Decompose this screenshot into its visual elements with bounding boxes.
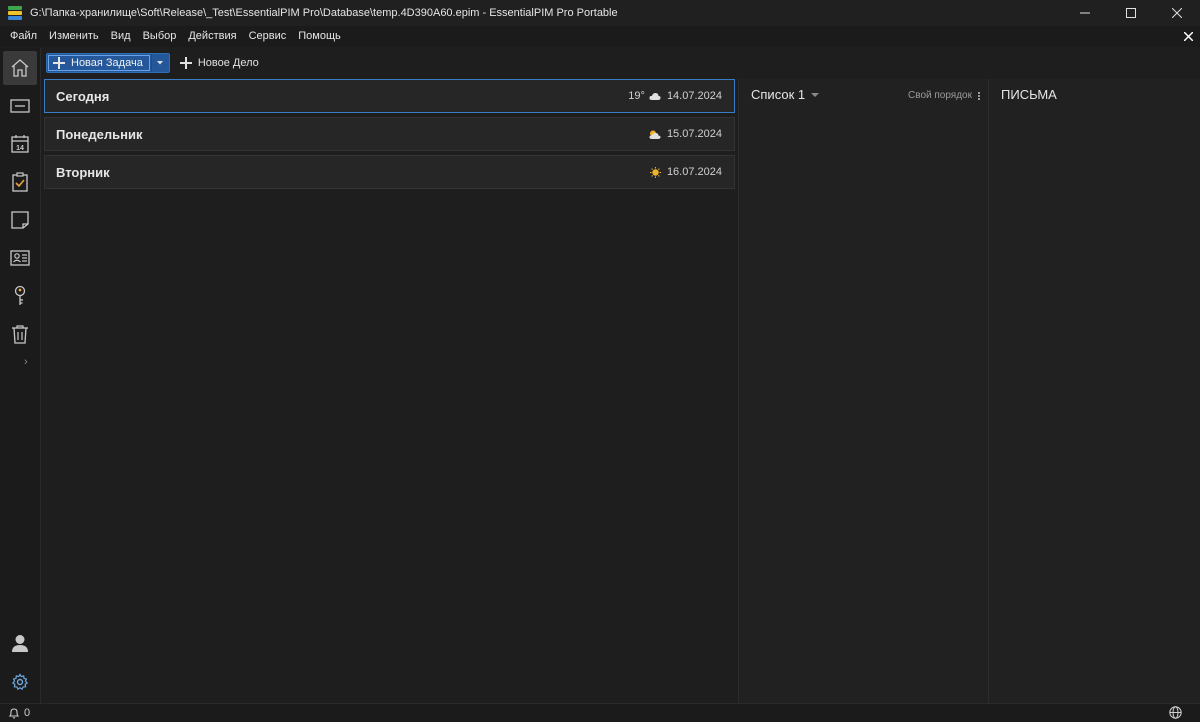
list-sort-button[interactable]: Свой порядок bbox=[908, 90, 980, 101]
toolbar: Новая Задача Новое Дело bbox=[41, 48, 1200, 78]
notifications-button[interactable]: 0 bbox=[8, 707, 30, 719]
day-name: Вторник bbox=[56, 164, 110, 180]
list-sort-label: Свой порядок bbox=[908, 90, 972, 101]
user-icon bbox=[12, 635, 28, 652]
window-title: G:\Папка-хранилище\Soft\Release\_Test\Es… bbox=[30, 7, 618, 19]
maximize-icon bbox=[1126, 8, 1136, 18]
day-name: Понедельник bbox=[56, 126, 143, 142]
menu-view[interactable]: Вид bbox=[105, 26, 137, 47]
close-icon bbox=[1172, 8, 1182, 18]
close-button[interactable] bbox=[1154, 0, 1200, 26]
new-task-split-button: Новая Задача bbox=[46, 53, 170, 73]
cloud-icon bbox=[649, 92, 661, 100]
new-task-dropdown-button[interactable] bbox=[150, 54, 169, 72]
new-case-label: Новое Дело bbox=[197, 57, 259, 69]
calendar-icon: 14 bbox=[11, 135, 29, 153]
minimize-button[interactable] bbox=[1062, 0, 1108, 26]
nav-passwords[interactable] bbox=[3, 279, 37, 313]
day-date: 15.07.2024 bbox=[666, 128, 722, 140]
menu-bar: Файл Изменить Вид Выбор Действия Сервис … bbox=[0, 26, 1200, 47]
menu-select[interactable]: Выбор bbox=[137, 26, 183, 47]
mail-panel: ПИСЬМА bbox=[988, 79, 1200, 703]
nav-calendar[interactable]: 14 bbox=[3, 127, 37, 161]
minimize-icon bbox=[1080, 12, 1090, 14]
settings-icon bbox=[11, 673, 29, 691]
menu-edit[interactable]: Изменить bbox=[43, 26, 105, 47]
nav-trash[interactable] bbox=[3, 317, 37, 351]
mail-title: ПИСЬМА bbox=[1001, 87, 1057, 102]
notifications-count: 0 bbox=[24, 707, 31, 719]
mail-icon bbox=[10, 99, 30, 113]
tasks-icon bbox=[12, 172, 28, 192]
maximize-button[interactable] bbox=[1108, 0, 1154, 26]
temperature: 19° bbox=[628, 90, 645, 102]
day-date: 14.07.2024 bbox=[666, 90, 722, 102]
menu-help[interactable]: Помощь bbox=[292, 26, 347, 47]
nav-mail[interactable] bbox=[3, 89, 37, 123]
menu-service[interactable]: Сервис bbox=[243, 26, 293, 47]
list-title: Список 1 bbox=[751, 87, 806, 102]
new-task-button[interactable]: Новая Задача bbox=[48, 55, 150, 71]
left-nav: 14 › bbox=[0, 48, 41, 703]
passwords-icon bbox=[14, 285, 26, 305]
notes-icon bbox=[11, 211, 29, 229]
list-title-dropdown[interactable]: Список 1 bbox=[751, 87, 820, 102]
day-row-tuesday[interactable]: Вторник 16.07.2024 bbox=[44, 155, 735, 189]
chevron-down-icon bbox=[157, 61, 164, 65]
calendar-day-number: 14 bbox=[16, 145, 24, 152]
nav-tasks[interactable] bbox=[3, 165, 37, 199]
bell-icon bbox=[8, 708, 20, 719]
day-row-today[interactable]: Сегодня 19° 14.07.2024 bbox=[44, 79, 735, 113]
plus-icon bbox=[179, 57, 192, 69]
day-row-monday[interactable]: Понедельник 15.07.2024 bbox=[44, 117, 735, 151]
globe-icon bbox=[1169, 706, 1182, 719]
close-icon bbox=[1183, 31, 1193, 41]
menu-close-button[interactable] bbox=[1181, 29, 1195, 43]
title-bar: G:\Папка-хранилище\Soft\Release\_Test\Es… bbox=[0, 0, 1200, 26]
menu-file[interactable]: Файл bbox=[4, 26, 43, 47]
days-panel: Сегодня 19° 14.07.2024 Понедельник 15.07… bbox=[42, 79, 737, 703]
status-bar: 0 bbox=[0, 703, 1200, 722]
new-case-button[interactable]: Новое Дело bbox=[179, 57, 259, 69]
nav-user[interactable] bbox=[3, 626, 37, 660]
plus-icon bbox=[53, 57, 65, 69]
nav-settings[interactable] bbox=[3, 665, 37, 699]
day-name: Сегодня bbox=[56, 88, 110, 104]
nav-notes[interactable] bbox=[3, 203, 37, 237]
list-panel: Список 1 Свой порядок bbox=[738, 79, 988, 703]
sun-icon bbox=[649, 166, 661, 178]
nav-expand-chevron-icon[interactable]: › bbox=[24, 356, 28, 368]
nav-home[interactable] bbox=[3, 51, 37, 85]
menu-actions[interactable]: Действия bbox=[182, 26, 242, 47]
new-task-label: Новая Задача bbox=[71, 57, 143, 69]
contacts-icon bbox=[10, 250, 30, 266]
home-icon bbox=[11, 59, 29, 77]
day-date: 16.07.2024 bbox=[666, 166, 722, 178]
language-button[interactable] bbox=[1169, 706, 1182, 722]
chevron-down-icon bbox=[811, 92, 820, 97]
app-stack-icon bbox=[8, 6, 24, 20]
nav-contacts[interactable] bbox=[3, 241, 37, 275]
partly-cloudy-icon bbox=[648, 130, 661, 139]
more-vertical-icon bbox=[978, 91, 980, 100]
trash-icon bbox=[12, 325, 28, 344]
